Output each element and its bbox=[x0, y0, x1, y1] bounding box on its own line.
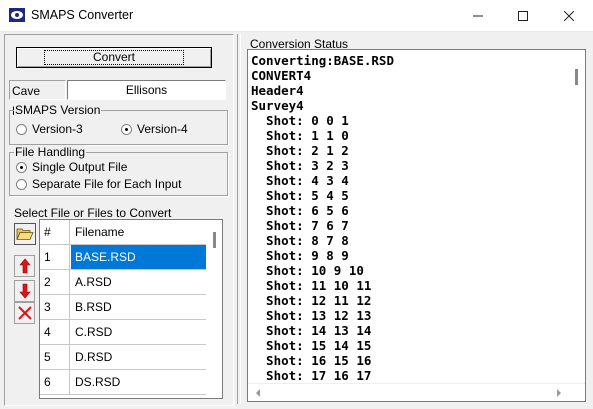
log-line: Shot: 12 11 12 bbox=[251, 293, 372, 308]
row-num: 3 bbox=[40, 295, 70, 319]
arrow-down-icon bbox=[18, 283, 31, 299]
window-title: SMAPS Converter bbox=[31, 8, 134, 22]
row-filename: C.RSD bbox=[75, 325, 113, 339]
minimize-button[interactable] bbox=[455, 0, 501, 31]
file-handling-title: File Handling bbox=[14, 145, 87, 159]
log-line: CONVERT4 bbox=[251, 68, 312, 83]
radio-single-output[interactable]: Single Output File bbox=[16, 160, 127, 174]
maximize-button[interactable] bbox=[500, 0, 546, 31]
arrow-up-icon bbox=[18, 258, 31, 274]
row-num: 2 bbox=[40, 270, 70, 294]
folder-open-icon bbox=[16, 228, 34, 240]
log-line: Shot: 13 12 13 bbox=[251, 308, 372, 323]
close-button[interactable] bbox=[546, 0, 592, 31]
header-filename[interactable]: Filename bbox=[71, 220, 206, 244]
table-row[interactable]: 3 B.RSD bbox=[40, 295, 206, 320]
cave-name-label: Cave Name bbox=[9, 80, 66, 118]
row-filename: BASE.RSD bbox=[71, 245, 206, 269]
radio-version-3-label: Version-3 bbox=[32, 122, 83, 136]
open-folder-button[interactable] bbox=[14, 223, 36, 245]
log-line: Shot: 15 14 15 bbox=[251, 338, 372, 353]
log-line: Shot: 6 5 6 bbox=[251, 203, 349, 218]
log-line: Shot: 8 7 8 bbox=[251, 233, 349, 248]
radio-single-output-indicator bbox=[16, 161, 27, 173]
move-up-button[interactable] bbox=[14, 255, 35, 277]
minimize-icon bbox=[473, 15, 483, 17]
radio-version-4[interactable]: Version-4 bbox=[121, 122, 188, 136]
cave-name-input[interactable]: Ellisons bbox=[67, 80, 226, 100]
log-line: Shot: 0 0 1 bbox=[251, 113, 349, 128]
header-num[interactable]: # bbox=[40, 220, 70, 244]
radio-version-4-label: Version-4 bbox=[137, 122, 188, 136]
log-line: Survey4 bbox=[251, 98, 304, 113]
log-vertical-scroll-thumb[interactable] bbox=[575, 69, 578, 85]
log-line: Shot: 5 4 5 bbox=[251, 188, 349, 203]
log-line: Shot: 14 13 14 bbox=[251, 323, 372, 338]
file-table[interactable]: # Filename 1 BASE.RSD 2 A.RSD 3 B.RSD 4 … bbox=[39, 219, 223, 399]
radio-separate-file[interactable]: Separate File for Each Input bbox=[16, 177, 181, 191]
radio-version-3[interactable]: Version-3 bbox=[16, 122, 83, 136]
title-bar: SMAPS Converter bbox=[0, 0, 593, 32]
row-filename: DS.RSD bbox=[75, 375, 121, 389]
row-num: 6 bbox=[40, 370, 70, 394]
row-filename: B.RSD bbox=[75, 300, 112, 314]
log-line: Shot: 2 1 2 bbox=[251, 143, 349, 158]
smaps-version-title: SMAPS Version bbox=[14, 103, 102, 117]
conversion-status-log[interactable]: Converting:BASE.RSD CONVERT4 Header4 Survey… bbox=[247, 49, 586, 402]
log-line: Shot: 7 6 7 bbox=[251, 218, 349, 233]
radio-single-output-label: Single Output File bbox=[32, 160, 128, 174]
convert-button[interactable]: Convert bbox=[16, 47, 212, 68]
select-files-label: Select File or Files to Convert bbox=[14, 206, 172, 220]
scroll-left-icon[interactable] bbox=[254, 389, 262, 397]
app-icon bbox=[9, 8, 25, 22]
pane-divider[interactable] bbox=[237, 34, 241, 404]
radio-version-4-indicator bbox=[121, 123, 132, 135]
log-line: Shot: 16 15 16 bbox=[251, 353, 372, 368]
delete-x-icon bbox=[17, 306, 32, 320]
log-line: Shot: 3 2 3 bbox=[251, 158, 349, 173]
convert-button-label: Convert bbox=[43, 50, 185, 65]
table-row[interactable]: 1 BASE.RSD bbox=[40, 245, 206, 270]
file-table-scrollbar[interactable] bbox=[206, 220, 222, 398]
maximize-icon bbox=[518, 11, 528, 21]
table-row[interactable]: 4 C.RSD bbox=[40, 320, 206, 345]
table-row[interactable]: 6 DS.RSD bbox=[40, 370, 206, 395]
radio-version-3-indicator bbox=[16, 123, 27, 135]
log-line: Shot: 1 1 0 bbox=[251, 128, 349, 143]
table-row[interactable]: 2 A.RSD bbox=[40, 270, 206, 295]
log-line: Shot: 9 8 9 bbox=[251, 248, 349, 263]
row-num: 4 bbox=[40, 320, 70, 344]
log-line: Shot: 17 16 17 bbox=[251, 368, 372, 383]
log-horizontal-scrollbar[interactable] bbox=[248, 383, 585, 401]
remove-file-button[interactable] bbox=[14, 302, 35, 324]
close-icon bbox=[563, 10, 575, 22]
radio-separate-file-indicator bbox=[16, 178, 27, 190]
row-num: 1 bbox=[40, 245, 70, 269]
move-down-button[interactable] bbox=[14, 280, 35, 302]
row-num: 5 bbox=[40, 345, 70, 369]
radio-separate-file-label: Separate File for Each Input bbox=[32, 177, 182, 191]
log-text: Converting:BASE.RSD CONVERT4 Header4 Survey… bbox=[251, 53, 394, 383]
scroll-right-icon[interactable] bbox=[555, 389, 563, 397]
row-filename: D.RSD bbox=[75, 350, 113, 364]
log-line: Header4 bbox=[251, 83, 304, 98]
file-table-scroll-thumb[interactable] bbox=[213, 232, 216, 248]
table-header: # Filename bbox=[40, 220, 206, 245]
log-line: Shot: 11 10 11 bbox=[251, 278, 372, 293]
log-line: Shot: 10 9 10 bbox=[251, 263, 364, 278]
table-row[interactable]: 5 D.RSD bbox=[40, 345, 206, 370]
row-filename: A.RSD bbox=[75, 275, 112, 289]
log-line: Converting:BASE.RSD bbox=[251, 53, 394, 68]
log-vertical-scrollbar[interactable] bbox=[568, 50, 585, 386]
log-line: Shot: 4 3 4 bbox=[251, 173, 349, 188]
